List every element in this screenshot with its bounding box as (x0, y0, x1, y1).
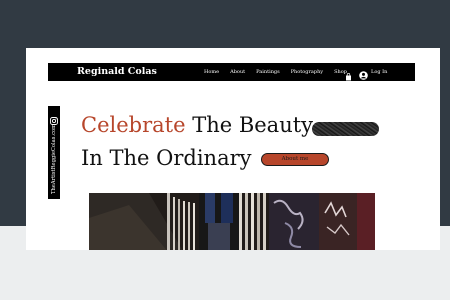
inline-photo-pill (312, 122, 379, 136)
site-logo-text[interactable]: Reginald Colas (77, 66, 157, 78)
hero-headline-line-1: Celebrate The Beauty (81, 112, 313, 138)
nav-item-paintings[interactable]: Paintings (256, 68, 280, 76)
hero-photo (89, 193, 375, 250)
site-header: Reginald Colas Home About Paintings Phot… (48, 63, 415, 81)
instagram-icon[interactable] (50, 112, 58, 125)
headline-accent-word: Celebrate (81, 113, 186, 137)
nav-item-photography[interactable]: Photography (291, 68, 323, 76)
social-sidebar: TheArtistReggieColas.com (48, 106, 60, 199)
main-nav: Home About Paintings Photography Shop (204, 68, 358, 76)
login-link[interactable]: Log In (371, 68, 387, 76)
about-me-button[interactable]: About me (261, 153, 329, 166)
cart-icon[interactable] (345, 68, 352, 81)
website-address[interactable]: TheArtistReggieColas.com (51, 124, 57, 194)
hero-headline-line-2: In The Ordinary (81, 146, 252, 170)
nav-item-home[interactable]: Home (204, 68, 219, 76)
website-preview: Reginald Colas Home About Paintings Phot… (26, 48, 440, 250)
nav-item-about[interactable]: About (230, 68, 245, 76)
headline-rest: The Beauty (185, 113, 314, 137)
user-icon[interactable] (359, 67, 368, 80)
